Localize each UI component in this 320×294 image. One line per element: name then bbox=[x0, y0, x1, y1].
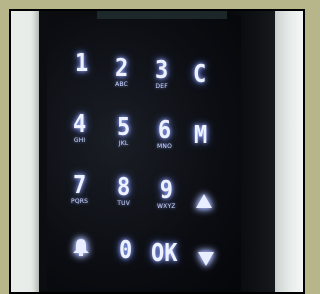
key-3[interactable]: 3 DEF bbox=[155, 56, 169, 90]
down-arrow-icon[interactable] bbox=[197, 251, 215, 267]
key-4-digit: 4 bbox=[73, 110, 87, 139]
key-1-digit: 1 bbox=[75, 49, 89, 78]
key-5[interactable]: 5 JKL bbox=[117, 113, 131, 147]
key-m-label: M bbox=[194, 121, 208, 150]
key-9-digit: 9 bbox=[159, 176, 173, 205]
key-m[interactable]: M bbox=[194, 121, 208, 150]
display-strip bbox=[97, 11, 227, 19]
key-1[interactable]: 1 bbox=[75, 49, 89, 78]
key-2[interactable]: 2 ABC bbox=[115, 54, 129, 88]
up-arrow-icon[interactable] bbox=[195, 193, 213, 209]
key-7[interactable]: 7 PQRS bbox=[71, 171, 88, 205]
wall-background bbox=[273, 11, 303, 292]
key-4[interactable]: 4 GHI bbox=[73, 110, 87, 144]
key-3-digit: 3 bbox=[155, 56, 169, 85]
key-c[interactable]: C bbox=[193, 60, 207, 89]
photo-frame: 1 2 ABC 3 DEF C 4 GHI 5 JKL 6 MNO M 7 PQ… bbox=[9, 9, 305, 294]
key-c-label: C bbox=[193, 60, 207, 89]
key-ok-label: OK bbox=[151, 239, 178, 268]
key-9[interactable]: 9 WXYZ bbox=[157, 176, 176, 210]
key-6-digit: 6 bbox=[157, 116, 172, 145]
touch-keypad-panel: 1 2 ABC 3 DEF C 4 GHI 5 JKL 6 MNO M 7 PQ… bbox=[47, 11, 241, 291]
key-6[interactable]: 6 MNO bbox=[157, 116, 172, 150]
key-8-digit: 8 bbox=[117, 173, 131, 202]
key-8[interactable]: 8 TUV bbox=[117, 173, 131, 207]
key-0[interactable]: 0 bbox=[119, 236, 133, 265]
key-5-digit: 5 bbox=[117, 113, 131, 142]
bell-icon[interactable] bbox=[71, 237, 91, 257]
key-ok[interactable]: OK bbox=[151, 239, 178, 268]
key-2-digit: 2 bbox=[115, 54, 129, 83]
door-lock-device: 1 2 ABC 3 DEF C 4 GHI 5 JKL 6 MNO M 7 PQ… bbox=[39, 11, 275, 292]
key-0-digit: 0 bbox=[119, 236, 133, 265]
key-7-digit: 7 bbox=[72, 171, 87, 200]
